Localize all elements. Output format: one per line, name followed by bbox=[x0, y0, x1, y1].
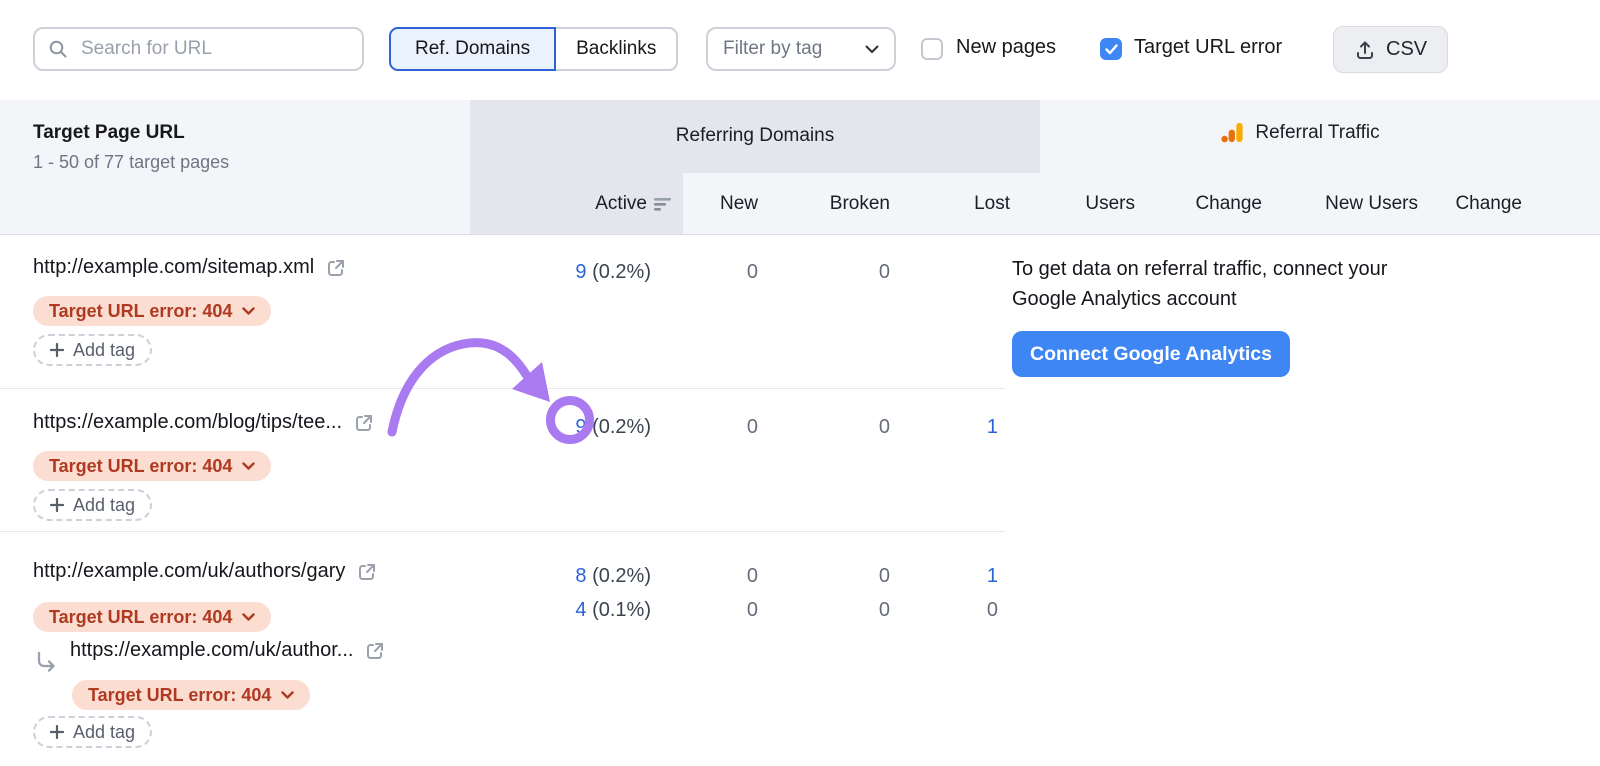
active-value: 8 (0.2%) bbox=[575, 562, 651, 590]
badge-label: Target URL error: 404 bbox=[88, 685, 271, 706]
row-separator bbox=[0, 531, 1005, 532]
broken-value: 0 bbox=[879, 258, 890, 286]
target-url-error-badge[interactable]: Target URL error: 404 bbox=[72, 680, 310, 710]
row-separator bbox=[0, 388, 1005, 389]
active-percent: (0.2%) bbox=[592, 416, 651, 438]
target-url-link[interactable]: https://example.com/uk/author... bbox=[70, 639, 353, 662]
table-row-url: https://example.com/blog/tips/tee... bbox=[33, 411, 375, 434]
table-row-url: http://example.com/uk/authors/gary bbox=[33, 560, 378, 583]
external-link-icon[interactable] bbox=[364, 640, 386, 662]
annotation-arrowhead bbox=[512, 362, 550, 402]
backlinks-button[interactable]: Backlinks bbox=[556, 27, 678, 71]
badge-label: Target URL error: 404 bbox=[49, 301, 232, 322]
connect-google-analytics-button[interactable]: Connect Google Analytics bbox=[1012, 331, 1290, 377]
ref-domains-button[interactable]: Ref. Domains bbox=[389, 27, 556, 71]
ga-message-line1: To get data on referral traffic, connect… bbox=[1012, 254, 1387, 284]
new-value: 0 bbox=[747, 596, 758, 624]
pagination-text: 1 - 50 of 77 target pages bbox=[33, 152, 229, 173]
referring-domains-header: Referring Domains bbox=[470, 125, 1040, 147]
chevron-down-icon bbox=[242, 462, 255, 471]
chevron-down-icon bbox=[242, 613, 255, 622]
external-link-icon[interactable] bbox=[356, 561, 378, 583]
search-box[interactable] bbox=[33, 27, 364, 71]
external-link-icon[interactable] bbox=[325, 257, 347, 279]
active-percent: (0.1%) bbox=[592, 599, 651, 621]
add-tag-label: Add tag bbox=[73, 340, 135, 361]
new-value: 0 bbox=[747, 413, 758, 441]
column-header-lost[interactable]: Lost bbox=[974, 193, 1010, 215]
new-pages-checkbox[interactable] bbox=[921, 38, 943, 60]
add-tag-button[interactable]: Add tag bbox=[33, 716, 152, 748]
column-header-users[interactable]: Users bbox=[1085, 193, 1135, 215]
analytics-icon bbox=[1220, 120, 1245, 145]
referral-traffic-header: Referral Traffic bbox=[1040, 120, 1560, 145]
column-header-new[interactable]: New bbox=[720, 193, 758, 215]
backlinks-target-pages-screen: Ref. Domains Backlinks Filter by tag New… bbox=[0, 0, 1600, 766]
target-url-link[interactable]: http://example.com/uk/authors/gary bbox=[33, 560, 345, 583]
chevron-down-icon bbox=[242, 307, 255, 316]
lost-value-link[interactable]: 1 bbox=[987, 562, 998, 590]
target-url-error-badge[interactable]: Target URL error: 404 bbox=[33, 602, 271, 632]
table-header: Target Page URL 1 - 50 of 77 target page… bbox=[0, 100, 1600, 235]
column-header-change[interactable]: Change bbox=[1195, 193, 1262, 215]
target-url-link[interactable]: https://example.com/blog/tips/tee... bbox=[33, 411, 342, 434]
corner-down-right-icon bbox=[33, 650, 59, 676]
view-toggle: Ref. Domains Backlinks bbox=[389, 27, 678, 71]
csv-export-button[interactable]: CSV bbox=[1333, 26, 1448, 73]
add-tag-label: Add tag bbox=[73, 722, 135, 743]
active-percent: (0.2%) bbox=[592, 261, 651, 283]
add-tag-label: Add tag bbox=[73, 495, 135, 516]
column-header-new-users[interactable]: New Users bbox=[1325, 193, 1418, 215]
lost-value-link[interactable]: 1 bbox=[987, 413, 998, 441]
active-value: 9 (0.2%) bbox=[575, 258, 651, 286]
broken-value: 0 bbox=[879, 562, 890, 590]
active-count-link[interactable]: 9 bbox=[575, 416, 586, 438]
table-row-url: http://example.com/sitemap.xml bbox=[33, 256, 347, 279]
csv-button-label: CSV bbox=[1386, 38, 1427, 61]
lost-value: 0 bbox=[987, 596, 998, 624]
column-header-change-2[interactable]: Change bbox=[1455, 193, 1522, 215]
sub-row-url: https://example.com/uk/author... bbox=[70, 639, 386, 662]
add-tag-button[interactable]: Add tag bbox=[33, 489, 152, 521]
active-column-label: Active bbox=[595, 193, 647, 215]
plus-icon bbox=[50, 725, 64, 739]
active-count-link[interactable]: 8 bbox=[575, 565, 586, 587]
target-url-error-badge[interactable]: Target URL error: 404 bbox=[33, 451, 271, 481]
column-header-broken[interactable]: Broken bbox=[830, 193, 890, 215]
new-pages-label: New pages bbox=[956, 36, 1056, 59]
target-url-link[interactable]: http://example.com/sitemap.xml bbox=[33, 256, 314, 279]
external-link-icon[interactable] bbox=[353, 412, 375, 434]
target-page-url-header: Target Page URL bbox=[33, 122, 185, 144]
broken-value: 0 bbox=[879, 596, 890, 624]
column-header-active[interactable]: Active bbox=[595, 193, 672, 215]
sort-descending-icon bbox=[654, 196, 672, 212]
target-url-error-checkbox[interactable] bbox=[1100, 38, 1122, 60]
referral-traffic-label: Referral Traffic bbox=[1255, 122, 1379, 144]
checkmark-icon bbox=[1105, 44, 1118, 55]
active-count-link[interactable]: 9 bbox=[575, 261, 586, 283]
search-icon bbox=[48, 39, 68, 59]
target-url-error-label: Target URL error bbox=[1134, 36, 1282, 59]
active-value: 9 (0.2%) bbox=[575, 413, 651, 441]
upload-icon bbox=[1354, 39, 1376, 61]
broken-value: 0 bbox=[879, 413, 890, 441]
chevron-down-icon bbox=[865, 45, 879, 54]
new-value: 0 bbox=[747, 562, 758, 590]
active-value: 4 (0.1%) bbox=[575, 596, 651, 624]
plus-icon bbox=[50, 343, 64, 357]
filter-by-tag-dropdown[interactable]: Filter by tag bbox=[706, 27, 896, 71]
chevron-down-icon bbox=[281, 691, 294, 700]
filter-by-tag-label: Filter by tag bbox=[723, 38, 822, 60]
badge-label: Target URL error: 404 bbox=[49, 456, 232, 477]
plus-icon bbox=[50, 498, 64, 512]
new-value: 0 bbox=[747, 258, 758, 286]
add-tag-button[interactable]: Add tag bbox=[33, 334, 152, 366]
ga-message-line2: Google Analytics account bbox=[1012, 284, 1237, 314]
target-url-error-badge[interactable]: Target URL error: 404 bbox=[33, 296, 271, 326]
search-input[interactable] bbox=[79, 37, 349, 61]
active-percent: (0.2%) bbox=[592, 565, 651, 587]
active-count-link[interactable]: 4 bbox=[575, 599, 586, 621]
badge-label: Target URL error: 404 bbox=[49, 607, 232, 628]
